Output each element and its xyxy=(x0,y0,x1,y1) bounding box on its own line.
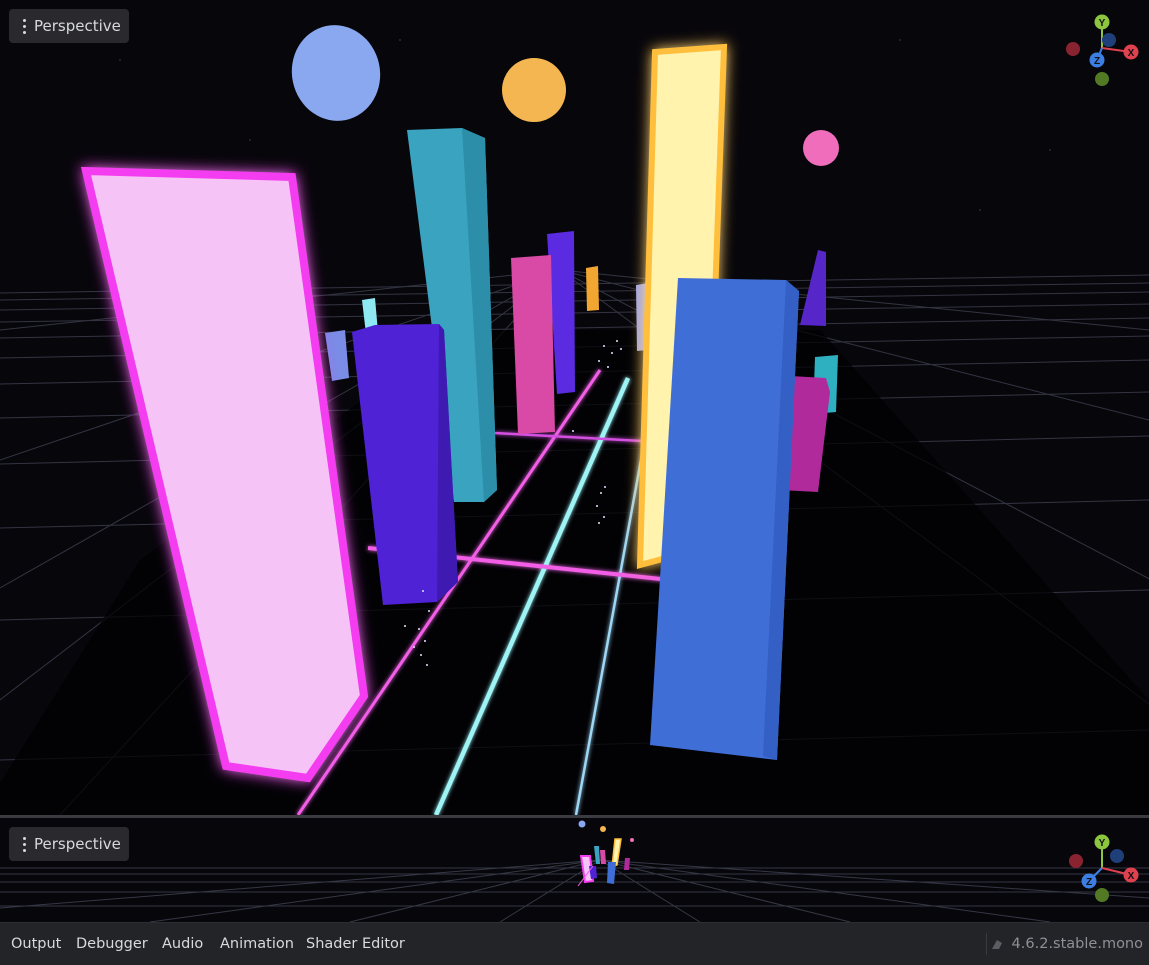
view-menu-button[interactable]: Perspective xyxy=(9,9,129,43)
gizmo-y-label: Y xyxy=(1099,838,1106,849)
tab-shader-editor[interactable]: Shader Editor xyxy=(306,923,405,965)
gizmo-neg-x-icon[interactable] xyxy=(1069,854,1083,868)
orientation-gizmo-bottom[interactable]: Y X Z xyxy=(1061,832,1143,908)
sphere-orange xyxy=(502,58,566,122)
version-label: 4.6.2.stable.mono xyxy=(1011,936,1143,952)
orientation-gizmo[interactable]: Y X Z xyxy=(1061,12,1143,88)
view-menu-label: Perspective xyxy=(34,17,121,35)
gizmo-neg-y-icon[interactable] xyxy=(1095,888,1109,902)
gizmo-z-label: Z xyxy=(1094,56,1100,67)
pillar-small-orange xyxy=(586,266,599,311)
bottom-panel-tabbar: Output Debugger Audio Animation Shader E… xyxy=(0,922,1149,965)
tab-animation[interactable]: Animation xyxy=(220,923,294,965)
view-menu-label: Perspective xyxy=(34,835,121,853)
gizmo-neg-z-icon[interactable] xyxy=(1110,849,1124,863)
gizmo-z-label: Z xyxy=(1086,877,1092,888)
tab-audio[interactable]: Audio xyxy=(162,923,203,965)
gizmo-x-label: X xyxy=(1128,48,1135,59)
scene-render-mini xyxy=(0,818,1149,922)
view-menu-button-bottom[interactable]: Perspective xyxy=(9,827,129,861)
viewport-top[interactable]: Perspective Y X Z xyxy=(0,0,1149,815)
viewport-bottom[interactable]: Perspective Y X Z xyxy=(0,818,1149,922)
separator xyxy=(986,933,987,955)
tab-output[interactable]: Output xyxy=(11,923,61,965)
sphere-pink xyxy=(803,130,839,166)
gizmo-y-label: Y xyxy=(1099,18,1106,29)
version-info[interactable]: 4.6.2.stable.mono xyxy=(990,923,1143,965)
gizmo-neg-y-icon[interactable] xyxy=(1095,72,1109,86)
gizmo-x-label: X xyxy=(1128,871,1135,882)
update-spinner-icon xyxy=(991,940,1002,949)
gizmo-neg-z-icon[interactable] xyxy=(1102,33,1116,47)
kebab-menu-icon xyxy=(23,18,27,34)
scene-render xyxy=(0,0,1149,815)
tab-debugger[interactable]: Debugger xyxy=(76,923,148,965)
gizmo-neg-x-icon[interactable] xyxy=(1066,42,1080,56)
kebab-menu-icon xyxy=(23,836,27,852)
pillar-pink xyxy=(511,255,555,434)
